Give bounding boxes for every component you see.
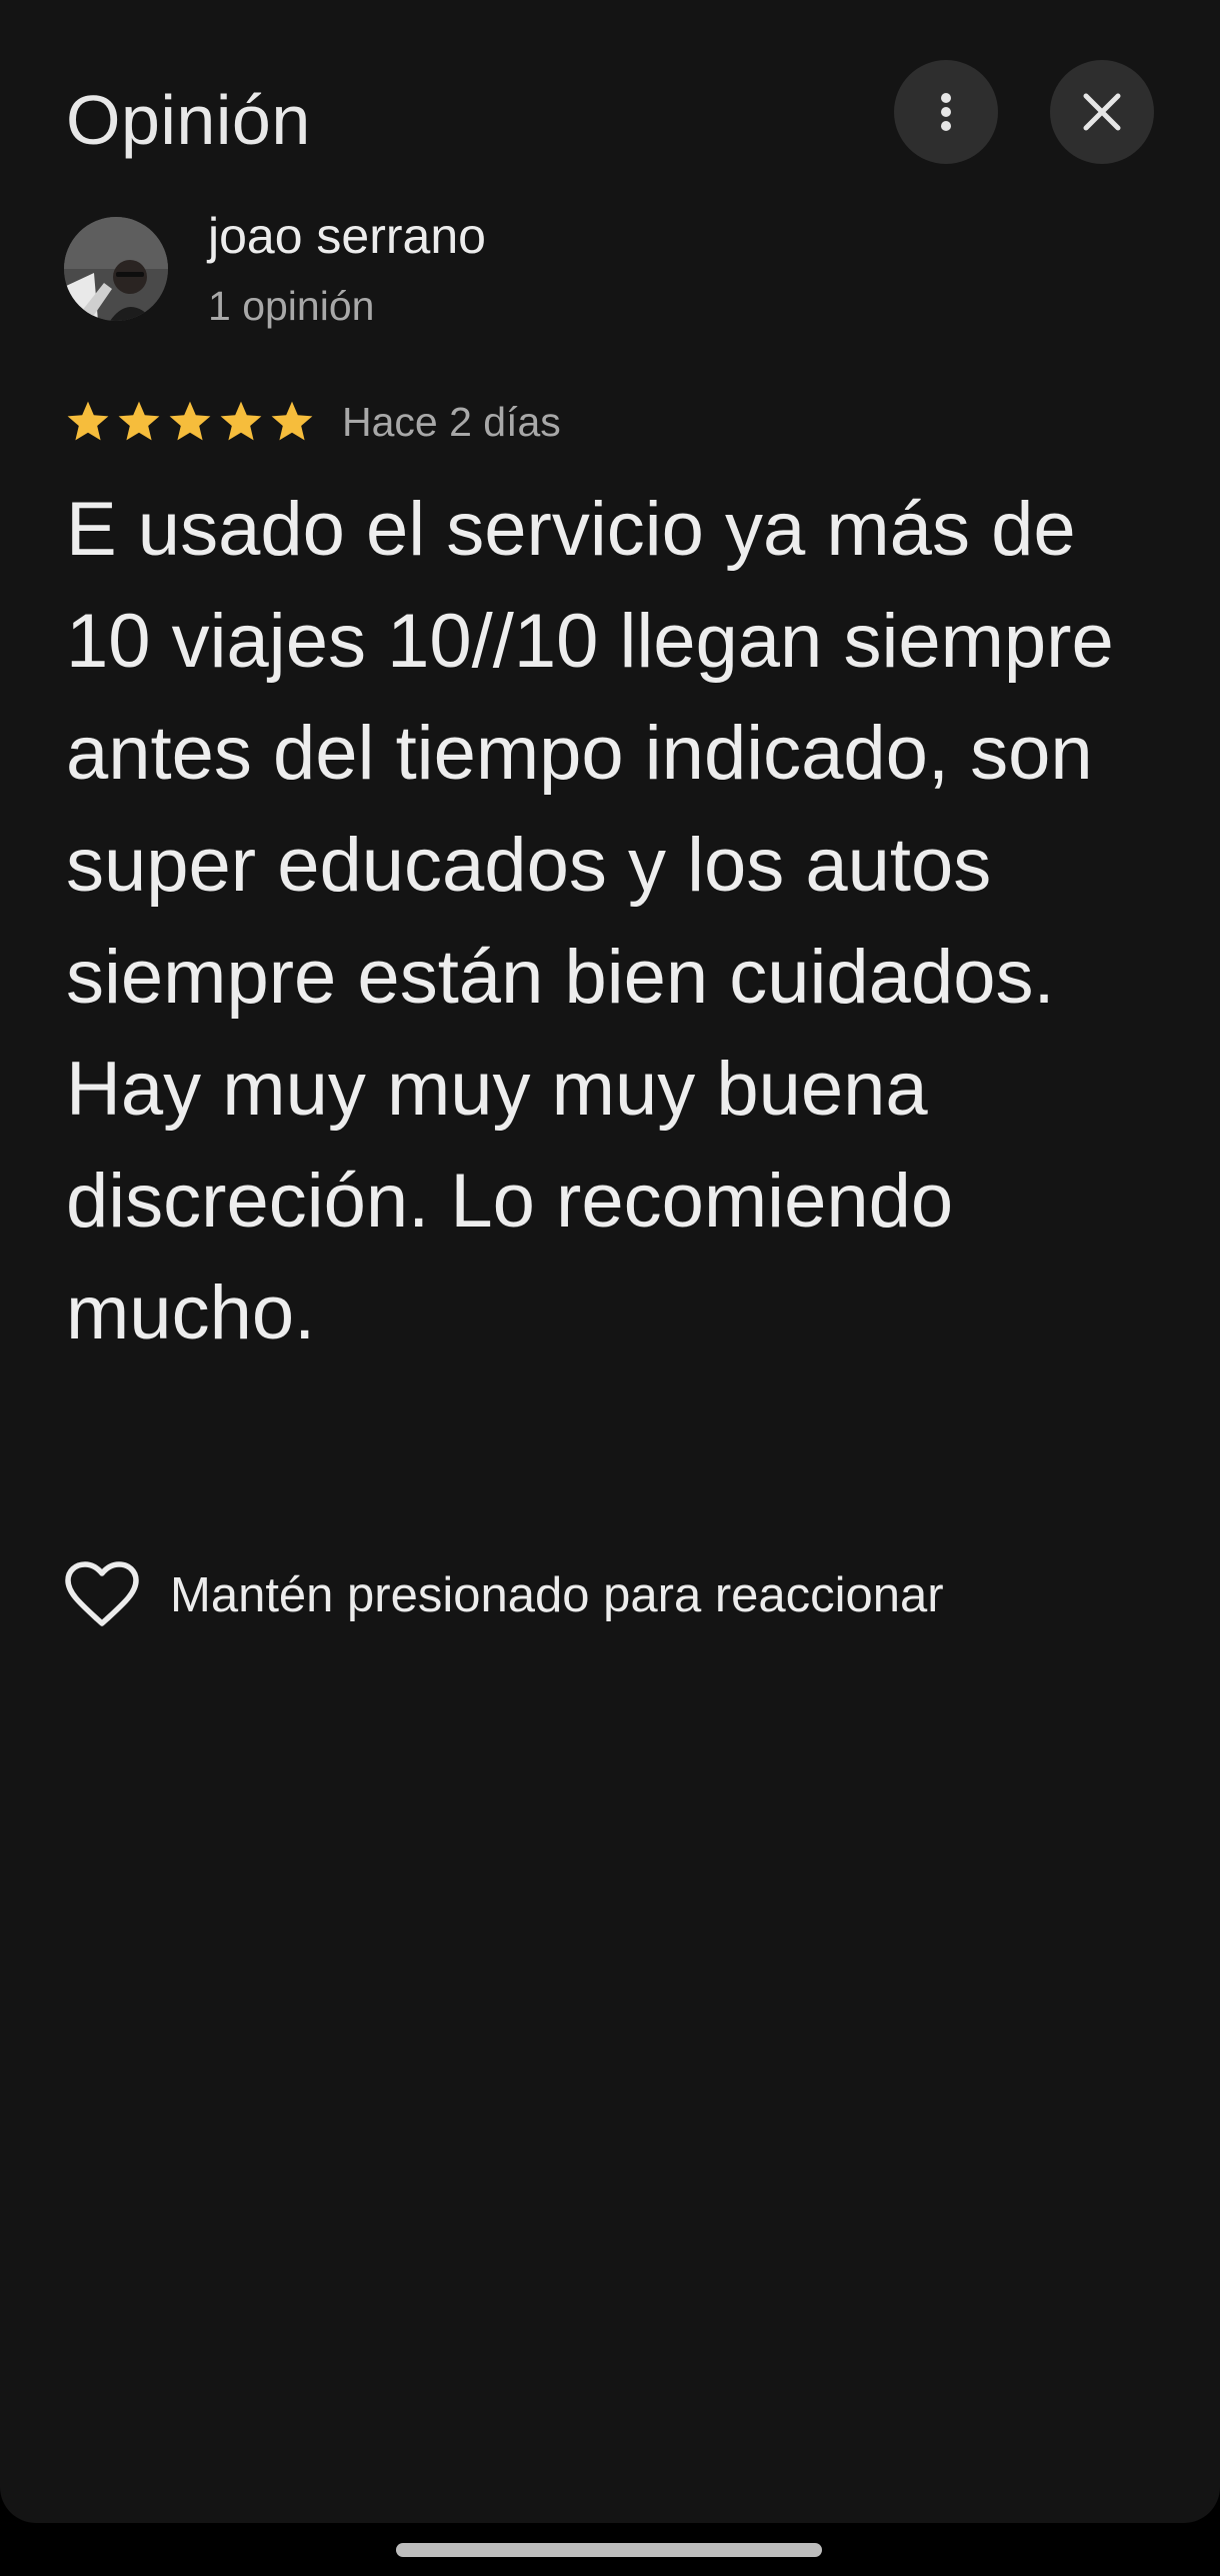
- star-filled-icon: [220, 401, 262, 441]
- author-name[interactable]: joao serrano: [208, 205, 486, 267]
- react-button[interactable]: Mantén presionado para reaccionar: [64, 1559, 944, 1631]
- more-vert-icon: [941, 93, 951, 131]
- star-rating: [64, 398, 316, 446]
- react-label: Mantén presionado para reaccionar: [170, 1568, 944, 1622]
- review-text: E usado el servicio ya más de 10 viajes …: [66, 487, 1114, 1355]
- star-filled-icon: [169, 401, 211, 441]
- review-detail-screen: Opinión joao serrano 1 opinión Hace 2 dí…: [0, 0, 1220, 2523]
- home-indicator[interactable]: [396, 2543, 822, 2557]
- close-button[interactable]: [1050, 60, 1154, 164]
- more-options-button[interactable]: [894, 60, 998, 164]
- page-title: Opinión: [66, 81, 311, 159]
- profile-photo: [64, 217, 168, 321]
- avatar[interactable]: [64, 217, 168, 321]
- heart-outline-icon: [65, 1561, 139, 1626]
- star-filled-icon: [118, 401, 160, 441]
- star-filled-icon: [67, 401, 109, 441]
- author-review-count: 1 opinión: [208, 283, 375, 329]
- review-date: Hace 2 días: [342, 399, 561, 445]
- close-icon: [1083, 93, 1121, 131]
- star-filled-icon: [271, 401, 313, 441]
